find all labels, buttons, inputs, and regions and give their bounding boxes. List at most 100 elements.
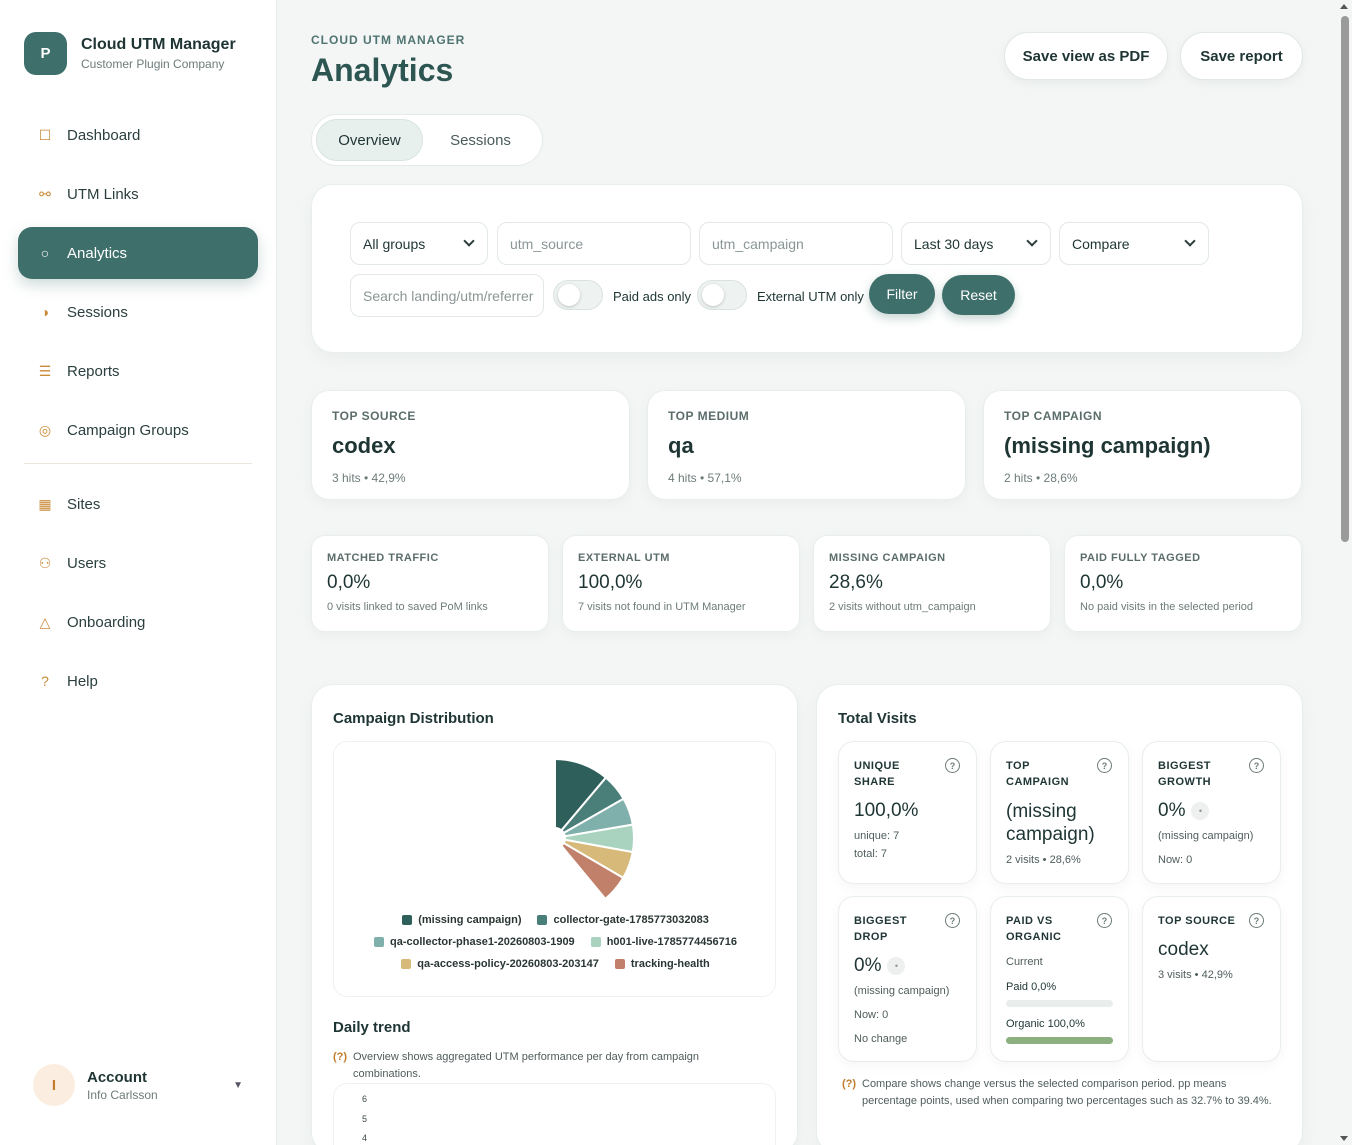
scroll-up-arrow-icon[interactable]	[1340, 4, 1348, 9]
legend-item[interactable]: collector-gate-1785773032083	[537, 914, 709, 926]
change-badge: •	[887, 957, 906, 975]
sidebar-item-sessions[interactable]: ◑ Sessions	[18, 286, 258, 338]
sidebar-item-label: Users	[67, 554, 107, 572]
page-scrollbar[interactable]	[1338, 0, 1350, 1145]
utm-campaign-input[interactable]: utm_campaign	[699, 222, 893, 265]
search-input[interactable]: Search landing/utm/referrer	[350, 274, 544, 317]
daily-trend-title: Daily trend	[333, 1019, 411, 1036]
square-icon: ☐	[38, 126, 52, 143]
external-utm-toggle[interactable]	[697, 280, 747, 310]
top-campaign-mini-card: TOP CAMPAIGN ? (missing campaign) 2 visi…	[990, 741, 1129, 884]
sidebar-item-label: Campaign Groups	[67, 421, 189, 439]
view-tabs: Overview Sessions	[311, 114, 543, 166]
help-icon[interactable]: ?	[945, 913, 960, 928]
list-icon: ☰	[38, 362, 52, 379]
legend-label: collector-gate-1785773032083	[553, 914, 709, 926]
daily-trend-chart: 6 5 4	[333, 1083, 776, 1145]
card-sub: 2 hits • 28,6%	[1004, 471, 1078, 485]
help-icon[interactable]: ?	[945, 758, 960, 773]
top-medium-card: TOP MEDIUM qa 4 hits • 57,1%	[647, 390, 966, 500]
unique-share-card: UNIQUE SHARE ? 100,0% unique: 7 total: 7	[838, 741, 977, 884]
legend-item[interactable]: tracking-health	[614, 958, 710, 970]
tab-sessions[interactable]: Sessions	[423, 119, 538, 161]
help-icon[interactable]: ?	[1249, 913, 1264, 928]
mini-now: Now: 0	[1158, 854, 1193, 866]
sidebar-item-campaign-groups[interactable]: ◎ Campaign Groups	[18, 404, 258, 456]
account-menu[interactable]: I Account Info Carlsson ▼	[33, 1064, 243, 1106]
card-label: TOP MEDIUM	[668, 409, 750, 423]
panel-title: Campaign Distribution	[333, 710, 494, 727]
organic-share-label: Organic 100,0%	[1006, 1018, 1085, 1030]
mini-value-row: 0% •	[1158, 800, 1265, 822]
tab-overview[interactable]: Overview	[316, 119, 423, 161]
nav-divider	[24, 463, 252, 464]
target-icon: ◎	[38, 421, 52, 438]
legend-swatch	[374, 937, 385, 947]
sidebar-item-dashboard[interactable]: ☐ Dashboard	[18, 109, 258, 161]
kpi-value: 0,0%	[1080, 572, 1124, 593]
mini-label: UNIQUE SHARE	[854, 760, 900, 788]
save-report-button[interactable]: Save report	[1180, 32, 1303, 80]
chevron-down-icon	[1026, 235, 1038, 247]
organic-share-fill	[1006, 1037, 1113, 1044]
y-tick: 6	[362, 1094, 368, 1104]
caret-down-icon[interactable]: ▼	[233, 1080, 243, 1091]
current-label: Current	[1006, 956, 1043, 968]
legend-item[interactable]: h001-live-1785774456716	[590, 936, 737, 948]
sidebar-item-label: Sites	[67, 495, 101, 513]
save-pdf-button[interactable]: Save view as PDF	[1004, 32, 1168, 80]
account-user: Info Carlsson	[87, 1087, 158, 1102]
kpi-label: PAID FULLY TAGGED	[1080, 552, 1201, 564]
compare-select[interactable]: Compare	[1059, 222, 1209, 265]
mini-label: BIGGEST DROP	[854, 915, 908, 943]
card-label: TOP SOURCE	[332, 409, 416, 423]
sidebar-item-label: Sessions	[67, 303, 128, 321]
paid-ads-toggle[interactable]	[553, 280, 603, 310]
half-circle-icon: ◑	[40, 304, 50, 320]
kpi-sub: No paid visits in the selected period	[1080, 601, 1254, 613]
period-select[interactable]: Last 30 days	[901, 222, 1051, 265]
avatar: I	[33, 1064, 75, 1106]
legend-item[interactable]: (missing campaign)	[402, 914, 521, 926]
card-label: TOP CAMPAIGN	[1004, 409, 1103, 423]
scroll-down-arrow-icon[interactable]	[1340, 1136, 1348, 1141]
users-icon: ⚇	[38, 554, 52, 571]
sidebar-item-reports[interactable]: ☰ Reports	[18, 345, 258, 397]
sidebar-item-label: Onboarding	[67, 613, 146, 631]
utm-source-input[interactable]: utm_source	[497, 222, 691, 265]
sidebar-item-onboarding[interactable]: △ Onboarding	[18, 596, 258, 648]
help-icon[interactable]: ?	[1249, 758, 1264, 773]
sidebar-item-help[interactable]: ? Help	[18, 655, 258, 707]
groups-select[interactable]: All groups	[350, 222, 488, 265]
reset-button[interactable]: Reset	[942, 275, 1015, 315]
mini-value: (missing campaign)	[1006, 801, 1095, 845]
circle-icon: ○	[40, 245, 50, 261]
legend-swatch	[614, 959, 625, 969]
mini-value: 0%	[854, 955, 882, 976]
sidebar-item-users[interactable]: ⚇ Users	[18, 537, 258, 589]
daily-trend-note-text: Overview shows aggregated UTM performanc…	[353, 1051, 700, 1080]
chevron-down-icon	[1184, 235, 1196, 247]
chart-legend: (missing campaign) collector-gate-178577…	[334, 914, 777, 980]
help-icon[interactable]: ?	[1097, 913, 1112, 928]
filter-button[interactable]: Filter	[869, 274, 935, 314]
paid-share-bar	[1006, 1000, 1113, 1007]
sidebar-item-analytics[interactable]: ○ Analytics	[18, 227, 258, 279]
legend-item[interactable]: qa-access-policy-20260803-203147	[401, 958, 599, 970]
sidebar-item-sites[interactable]: ▦ Sites	[18, 478, 258, 530]
mini-campaign: (missing campaign)	[1158, 830, 1254, 842]
page-eyebrow: CLOUD UTM MANAGER	[311, 33, 466, 47]
legend-label: (missing campaign)	[418, 914, 522, 926]
legend-swatch	[402, 915, 413, 925]
help-icon[interactable]: ?	[1097, 758, 1112, 773]
legend-label: qa-access-policy-20260803-203147	[417, 958, 599, 970]
brand[interactable]: P Cloud UTM Manager Customer Plugin Comp…	[24, 32, 236, 75]
sidebar-item-label: UTM Links	[67, 185, 139, 203]
legend-item[interactable]: qa-collector-phase1-20260803-1909	[374, 936, 575, 948]
sidebar-item-utm-links[interactable]: ⚯ UTM Links	[18, 168, 258, 220]
kpi-label: MISSING CAMPAIGN	[829, 552, 946, 564]
card-sub: 3 hits • 42,9%	[332, 471, 406, 485]
mini-value: 100,0%	[854, 800, 919, 821]
campaign-pie-chart	[554, 757, 635, 901]
scroll-thumb[interactable]	[1341, 16, 1349, 542]
